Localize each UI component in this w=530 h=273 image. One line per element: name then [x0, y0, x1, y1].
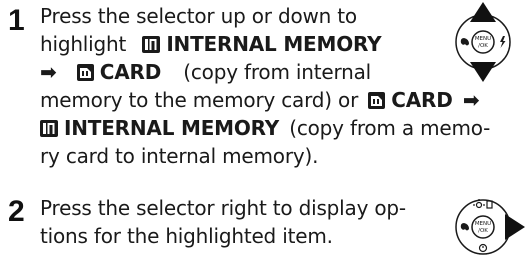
- step-2-number: 2: [8, 195, 25, 228]
- card-label-2: CARD: [391, 88, 453, 112]
- sd-card-icon: [368, 92, 386, 109]
- step-1-number: 1: [8, 4, 25, 37]
- internal-memory-icon: [40, 120, 58, 137]
- step-1-line-6: ry card to internal memory).: [40, 144, 318, 168]
- step-2-line-1: Press the selector right to display op-: [40, 196, 406, 220]
- step-2-line-2: tions for the highlighted item.: [40, 224, 333, 248]
- dial-menu-label-2: MENU: [475, 221, 491, 227]
- internal-memory-icon: [142, 36, 161, 53]
- step-1-line-1: Press the selector up or down to: [40, 4, 357, 28]
- step-1-text-6: ry card to internal memory).: [40, 144, 319, 168]
- step-2-text-2: tions for the highlighted item.: [40, 224, 333, 248]
- arrow-right-icon: ➡: [462, 88, 480, 112]
- step-1-line-5: INTERNAL MEMORY (copy from a memo-: [6, 116, 490, 140]
- step-1-line-3: ➡ CARD (copy from internal: [40, 60, 371, 84]
- dial-ok-label: /OK: [478, 43, 488, 49]
- step-1-text-5: (copy from a memo-: [289, 116, 491, 140]
- step-2-text-1: Press the selector right to display op-: [40, 196, 406, 220]
- right-arrow-icon: [505, 214, 525, 240]
- down-arrow-icon: [470, 62, 496, 82]
- card-label: CARD: [99, 60, 162, 84]
- dial-ok-label-2: /OK: [478, 228, 488, 234]
- selector-dial-icon: MENU /OK: [455, 2, 511, 82]
- arrow-right-icon: ➡: [40, 60, 57, 84]
- step-1-text-3: (copy from internal: [183, 60, 372, 84]
- sd-card-icon: [76, 64, 94, 81]
- internal-memory-label-2: INTERNAL MEMORY: [64, 116, 280, 140]
- step-1-line-2: highlight INTERNAL MEMORY: [40, 32, 382, 56]
- selector-dial-icon: MENU /OK: [455, 199, 525, 255]
- dial-menu-label: MENU: [475, 36, 491, 42]
- internal-memory-label: INTERNAL MEMORY: [166, 32, 382, 56]
- up-arrow-icon: [470, 2, 496, 22]
- step-1-text-4: memory to the memory card) or: [40, 88, 359, 112]
- step-1-line-4: memory to the memory card) or CARD ➡: [40, 88, 480, 112]
- step-1-text-1: Press the selector up or down to: [40, 4, 357, 28]
- step-1-text-2: highlight: [40, 32, 127, 56]
